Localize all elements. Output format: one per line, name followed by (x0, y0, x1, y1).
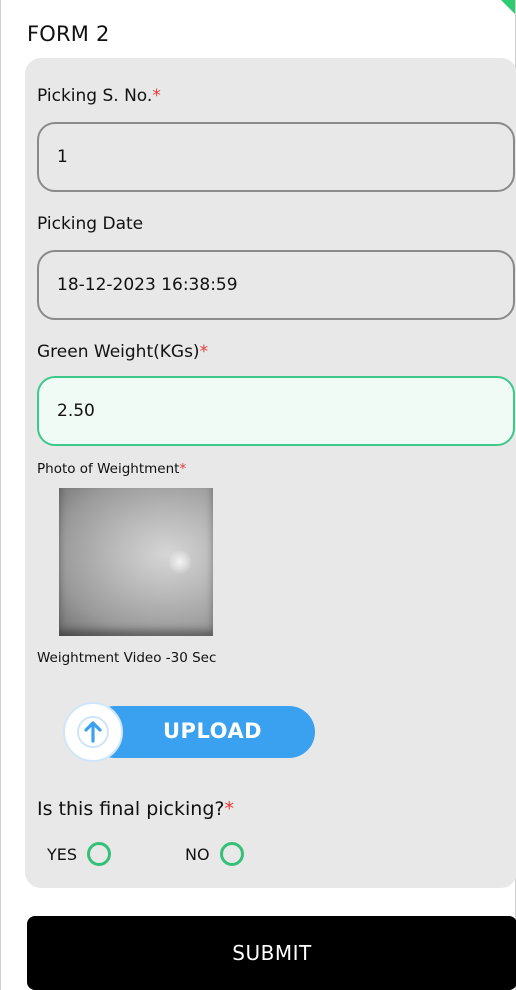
picking-sno-label-text: Picking S. No. (37, 86, 153, 106)
upload-icon-circle[interactable] (63, 702, 123, 762)
submit-label: SUBMIT (232, 941, 312, 965)
green-weight-input[interactable]: 2.50 (37, 376, 515, 446)
video-label: Weightment Video -30 Sec (37, 650, 217, 666)
photo-label-text: Photo of Weightment (37, 461, 180, 477)
required-mark: * (199, 342, 209, 362)
radio-yes-label: YES (47, 844, 78, 864)
picking-date-label-text: Picking Date (37, 214, 144, 234)
radio-no[interactable]: NO (185, 842, 244, 866)
picking-date-value: 18-12-2023 16:38:59 (57, 275, 238, 295)
green-weight-label-text: Green Weight(KGs) (37, 342, 200, 362)
required-mark: * (152, 86, 161, 106)
required-mark: * (224, 798, 234, 820)
radio-no-label: NO (185, 844, 210, 864)
final-picking-question-text: Is this final picking? (37, 798, 225, 820)
submit-button[interactable]: SUBMIT (27, 916, 516, 990)
required-mark: * (179, 461, 187, 477)
picking-sno-value: 1 (57, 147, 68, 167)
page-title: FORM 2 (27, 22, 110, 46)
weightment-photo-thumbnail[interactable] (59, 488, 213, 636)
green-weight-value: 2.50 (57, 401, 95, 421)
picking-sno-label: Picking S. No.* (37, 86, 161, 106)
form-page: FORM 2 Picking S. No.* 1 Picking Date 18… (0, 0, 516, 990)
picking-date-label: Picking Date (37, 214, 143, 234)
final-picking-question: Is this final picking?* (37, 798, 234, 820)
radio-no-circle[interactable] (219, 842, 244, 866)
picking-sno-field[interactable]: 1 (37, 122, 515, 192)
radio-yes[interactable]: YES (47, 842, 112, 866)
upload-label: UPLOAD (163, 719, 263, 743)
arrow-up-icon (77, 716, 109, 748)
green-weight-label: Green Weight(KGs)* (37, 342, 208, 362)
corner-accent (501, 0, 515, 14)
photo-label: Photo of Weightment* (37, 461, 186, 477)
radio-yes-circle[interactable] (87, 842, 112, 866)
upload-button[interactable]: UPLOAD (63, 702, 315, 762)
picking-date-field[interactable]: 18-12-2023 16:38:59 (37, 250, 515, 320)
